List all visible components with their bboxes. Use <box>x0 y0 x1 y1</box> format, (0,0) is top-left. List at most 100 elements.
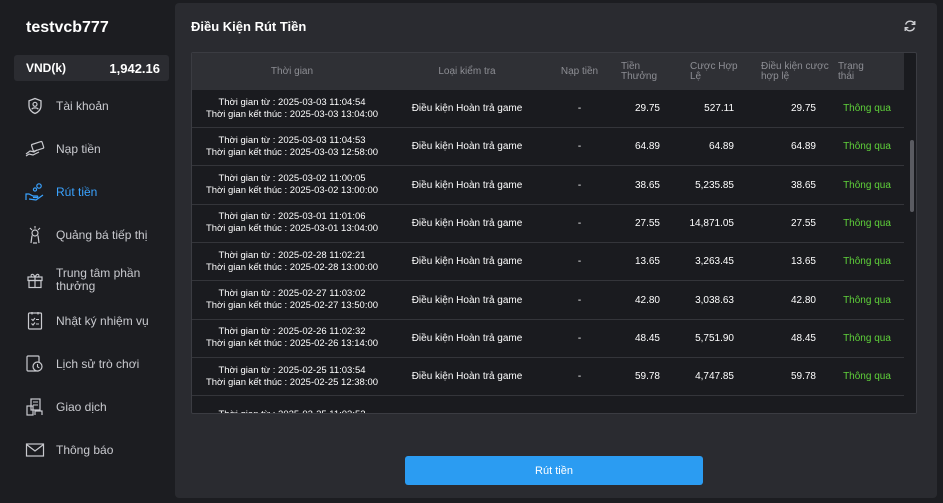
cell-check-type: Điều kiện Hoàn trả game <box>411 179 523 191</box>
cell-required-bet: 29.75 <box>790 103 816 114</box>
cell-valid-bet: 64.89 <box>708 141 734 153</box>
sidebar-item-deposit[interactable]: Nạp tiền <box>0 131 174 167</box>
cell-deposit: - <box>577 217 582 229</box>
sidebar-item-game-history[interactable]: Lịch sử trò chơi <box>0 346 174 382</box>
cell-check-type: Điều kiện Hoàn trả game <box>411 332 523 344</box>
table-row: Thời gian từ : 2025-03-02 11:00:05 Thời g… <box>192 167 904 205</box>
cell-time-start: Thời gian từ : 2025-03-01 11:01:06 <box>218 211 366 223</box>
col-header-required-bet: Điều kiện cược hợp lệ <box>761 60 829 82</box>
withdraw-hand-icon <box>25 182 45 202</box>
table-header: Thời gian Loại kiểm tra Nạp tiền Tiền Th… <box>192 53 904 90</box>
col-header-check-type: Loại kiểm tra <box>438 65 496 77</box>
sidebar-item-label: Thông báo <box>56 442 114 457</box>
cell-time: Thời gian từ : 2025-02-28 11:02:21 Thời g… <box>192 250 392 274</box>
cell-time-end: Thời gian kết thúc : 2025-03-03 13:04:00 <box>205 108 379 120</box>
cell-valid-bet: 5,751.90 <box>695 332 734 344</box>
card-deposit-icon <box>25 139 45 159</box>
cell-time-start: Thời gian từ : 2025-02-27 11:03:02 <box>218 288 366 299</box>
col-header-valid-bet: Cược Hợp Lệ <box>690 60 738 82</box>
sidebar-item-withdraw[interactable]: Rút tiền <box>0 174 174 210</box>
cell-status: Thông qua <box>843 371 891 383</box>
cell-time-end: Thời gian kết thúc : 2025-02-27 13:50:00 <box>205 300 379 311</box>
scrollbar-thumb[interactable] <box>910 140 914 212</box>
cell-bonus: 59.78 <box>634 371 660 383</box>
cell-status: Thông qua <box>843 103 891 114</box>
cell-check-type: Điều kiện Hoàn trả game <box>411 103 523 114</box>
sidebar-item-label: Tài khoản <box>56 98 109 113</box>
page-title: Điều Kiện Rút Tiền <box>191 19 307 34</box>
cell-bonus: 29.75 <box>634 103 660 114</box>
cell-time-start: Thời gian từ : 2025-03-03 11:04:54 <box>218 96 366 108</box>
table-row: Thời gian từ : 2025-03-01 11:01:06 Thời g… <box>192 205 904 243</box>
conditions-table: Thời gian Loại kiểm tra Nạp tiền Tiền Th… <box>191 52 917 414</box>
sidebar-item-label: Quảng bá tiếp thị <box>56 227 148 242</box>
cell-time-end: Thời gian kết thúc : 2025-02-28 13:00:00 <box>205 261 379 273</box>
cell-bonus: 64.89 <box>634 141 660 153</box>
cell-deposit: - <box>577 332 582 344</box>
sidebar-item-label: Lịch sử trò chơi <box>56 356 140 371</box>
user-shield-icon <box>25 96 45 116</box>
cell-check-type: Điều kiện Hoàn trả game <box>411 217 523 229</box>
cell-time-start: Thời gian từ : 2025-02-28 11:02:21 <box>218 249 366 261</box>
col-header-bonus: Tiền Thưởng <box>621 60 658 82</box>
cell-time-start: Thời gian từ : 2025-02-25 11:03:54 <box>218 364 366 376</box>
cell-deposit: - <box>577 141 582 153</box>
cell-bonus: 42.80 <box>634 294 660 306</box>
cell-time-start: Thời gian từ : 2025-03-03 11:04:53 <box>218 134 366 146</box>
refresh-icon[interactable] <box>903 19 917 33</box>
cell-status: Thông qua <box>843 141 891 153</box>
cell-time: Thời gian từ : 2025-03-03 11:04:54 Thời g… <box>192 97 392 121</box>
table-row: Thời gian từ : 2025-03-03 11:04:54 Thời g… <box>192 90 904 128</box>
cell-time-start: Thời gian từ : 2025-02-25 11:03:52 <box>192 409 392 413</box>
cell-check-type: Điều kiện Hoàn trả game <box>411 371 523 383</box>
balance-amount: 1,942.16 <box>109 60 160 76</box>
game-history-icon <box>25 354 45 374</box>
sidebar-item-label: Nhật ký nhiệm vụ <box>56 313 149 328</box>
cell-valid-bet: 5,235.85 <box>695 179 734 191</box>
table-row: Thời gian từ : 2025-02-28 11:02:21 Thời g… <box>192 243 904 282</box>
cell-time-end: Thời gian kết thúc : 2025-02-25 12:38:00 <box>205 376 379 388</box>
username: testvcb777 <box>26 19 109 36</box>
sidebar-item-task-log[interactable]: Nhật ký nhiệm vụ <box>0 303 174 339</box>
table-scrollbar[interactable] <box>904 90 916 413</box>
cell-time: Thời gian từ : 2025-03-01 11:01:06 Thời g… <box>192 211 392 235</box>
cell-time-end: Thời gian kết thúc : 2025-03-01 13:04:00 <box>205 223 379 235</box>
cell-deposit: - <box>577 179 582 191</box>
sidebar-item-account[interactable]: Tài khoản <box>0 88 174 124</box>
cell-time-start: Thời gian từ : 2025-02-26 11:02:32 <box>218 326 366 338</box>
cell-time: Thời gian từ : 2025-02-26 11:02:32 Thời g… <box>192 326 392 350</box>
task-log-icon <box>25 311 45 331</box>
table-row: Thời gian từ : 2025-03-03 11:04:53 Thời g… <box>192 128 904 167</box>
cell-status: Thông qua <box>843 332 891 344</box>
sidebar-item-label: Rút tiền <box>56 184 98 199</box>
marketing-icon <box>25 225 45 245</box>
cell-status: Thông qua <box>843 256 891 268</box>
balance-box: VND(k) 1,942.16 <box>14 55 169 81</box>
cell-bonus: 27.55 <box>634 217 660 229</box>
cell-status: Thông qua <box>843 179 891 191</box>
cell-time: Thời gian từ : 2025-02-25 11:03:54 Thời g… <box>192 365 392 389</box>
table-row: Thời gian từ : 2025-02-25 11:03:54 Thời g… <box>192 358 904 397</box>
cell-bonus: 38.65 <box>634 179 660 191</box>
gift-icon <box>25 270 45 290</box>
sidebar: testvcb777 VND(k) 1,942.16 Tài khoản Nạp… <box>0 0 174 503</box>
sidebar-item-notifications[interactable]: Thông báo <box>0 432 174 468</box>
cell-time: Thời gian từ : 2025-03-03 11:04:53 Thời g… <box>192 135 392 159</box>
sidebar-item-rewards[interactable]: Trung tâm phần thưởng <box>0 260 174 300</box>
mail-icon <box>25 440 45 460</box>
sidebar-item-transactions[interactable]: Giao dịch <box>0 389 174 425</box>
table-row: Thời gian từ : 2025-02-26 11:02:32 Thời g… <box>192 320 904 358</box>
cell-valid-bet: 3,038.63 <box>695 294 734 306</box>
cell-deposit: - <box>577 371 582 383</box>
cell-status: Thông qua <box>843 217 891 229</box>
cell-time: Thời gian từ : 2025-02-27 11:03:02 Thời g… <box>192 288 392 312</box>
table-row: Thời gian từ : 2025-02-25 11:03:52 <box>192 396 904 413</box>
table-row: Thời gian từ : 2025-02-27 11:03:02 Thời g… <box>192 282 904 320</box>
cell-check-type: Điều kiện Hoàn trả game <box>411 294 523 306</box>
sidebar-item-label: Nạp tiền <box>56 141 101 156</box>
sidebar-item-marketing[interactable]: Quảng bá tiếp thị <box>0 217 174 253</box>
cell-time-end: Thời gian kết thúc : 2025-03-02 13:00:00 <box>205 185 379 197</box>
withdraw-button[interactable]: Rút tiền <box>405 456 703 485</box>
cell-required-bet: 13.65 <box>790 256 816 268</box>
cell-required-bet: 59.78 <box>790 371 816 383</box>
